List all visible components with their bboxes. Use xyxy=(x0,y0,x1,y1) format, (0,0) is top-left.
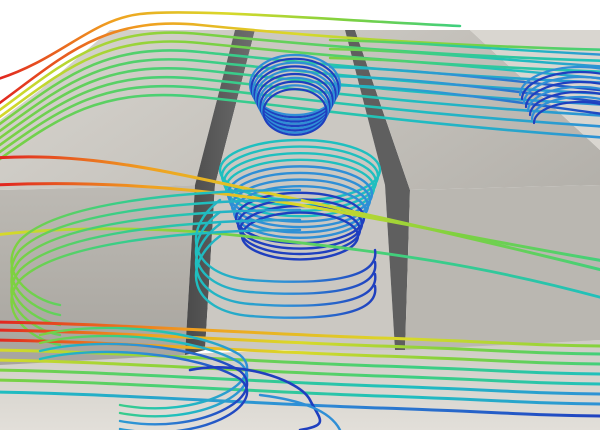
right-block-side-face xyxy=(405,185,600,350)
left-block-side-face xyxy=(0,185,195,365)
render-viewport[interactable] xyxy=(0,0,600,430)
flow-scene xyxy=(0,0,600,430)
geometry xyxy=(0,0,600,430)
